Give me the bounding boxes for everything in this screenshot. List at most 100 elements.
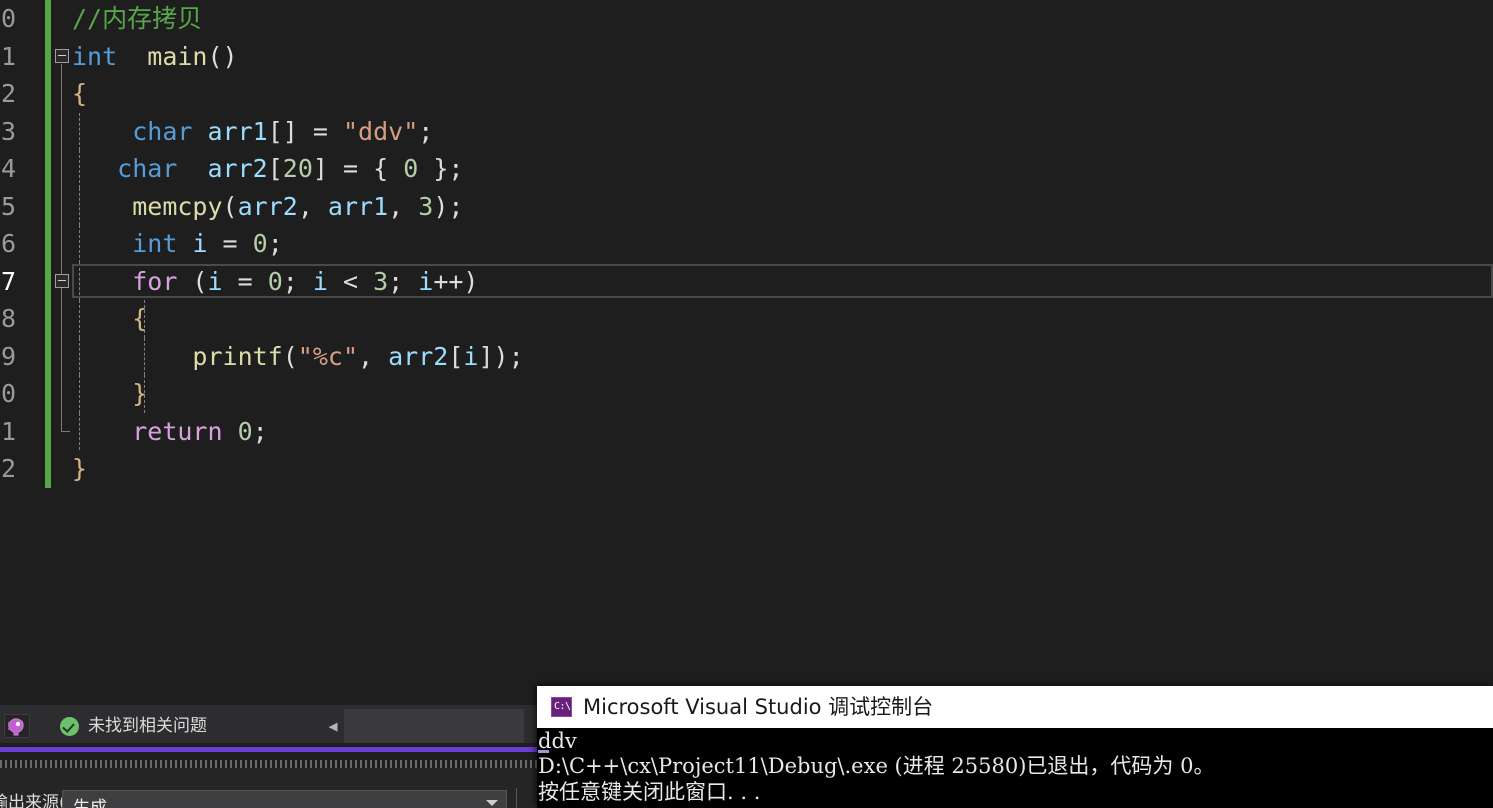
code-line[interactable]: 1 int main()	[0, 37, 1493, 76]
collapse-region-icon[interactable]	[55, 48, 69, 63]
code-text: {	[72, 300, 147, 338]
line-number: 0	[0, 379, 16, 408]
change-indicator-bar	[45, 412, 51, 450]
code-line[interactable]: 4 char arr2[20] = { 0 };	[0, 150, 1493, 188]
error-list-status-text: 未找到相关问题	[88, 716, 207, 736]
collapse-region-icon[interactable]	[55, 273, 69, 288]
code-token: ++)	[433, 266, 479, 296]
code-token: ;	[418, 116, 434, 146]
code-text: int i = 0;	[72, 225, 283, 263]
code-token: [	[267, 154, 283, 183]
code-token: ]);	[478, 341, 524, 371]
code-text: printf("%c", arr2[i]);	[72, 338, 524, 376]
code-text: char arr2[20] = { 0 };	[72, 150, 463, 188]
code-text: }	[72, 375, 147, 413]
code-token: return	[132, 416, 223, 446]
code-token: 3	[373, 266, 389, 296]
code-token: i	[418, 266, 434, 296]
console-output-area[interactable]: ddv D:\C++\cx\Project11\Debug\.exe (进程 2…	[537, 728, 1493, 808]
console-title-bar[interactable]: C:\ Microsoft Visual Studio 调试控制台	[537, 686, 1493, 728]
code-line[interactable]: 2{	[0, 75, 1493, 113]
code-token: 0	[237, 416, 253, 446]
code-line[interactable]: 0 //内存拷贝	[0, 0, 1493, 38]
code-token: arr2	[207, 154, 268, 183]
debug-console-window[interactable]: C:\ Microsoft Visual Studio 调试控制台 ddv D:…	[537, 686, 1493, 808]
line-number: 2	[0, 79, 16, 108]
code-token: ,	[358, 341, 389, 371]
code-token: 3	[418, 191, 434, 221]
console-output-line: 按任意键关闭此窗口. . .	[538, 780, 761, 804]
chevron-down-icon[interactable]	[486, 800, 498, 806]
code-token: =	[207, 229, 253, 258]
code-text: int main()	[72, 38, 238, 76]
code-token: ;	[252, 416, 268, 446]
code-token: 0	[267, 266, 283, 296]
code-text: char arr1[] = "ddv";	[72, 113, 433, 151]
code-token: char	[132, 116, 193, 146]
code-token: }	[72, 454, 88, 483]
outlining-line	[61, 288, 62, 300]
outlining-line	[61, 75, 62, 113]
console-window-icon: C:\	[551, 697, 572, 717]
outlining-line	[61, 63, 62, 75]
code-token: ,	[297, 191, 328, 221]
lightbulb-head-icon[interactable]	[4, 714, 30, 738]
line-number: 4	[0, 154, 16, 183]
visual-studio-window: 0//内存拷贝 1 int main() 2{3 char arr1[] = "ddv…	[0, 0, 1493, 808]
console-output-line: D:\C++\cx\Project11\Debug\.exe (进程 25580…	[538, 754, 1215, 778]
code-line[interactable]: 1 return 0;	[0, 412, 1493, 451]
code-token: memcpy	[132, 191, 223, 221]
change-indicator-bar	[45, 262, 51, 300]
code-editor[interactable]: 0//内存拷贝 1 int main() 2{3 char arr1[] = "ddv…	[0, 0, 1493, 705]
toolbar-separator	[516, 788, 517, 808]
line-number: 5	[0, 191, 16, 221]
code-line[interactable]: 3 char arr1[] = "ddv";	[0, 112, 1493, 151]
change-indicator-bar	[45, 150, 51, 188]
code-line[interactable]: 7 for (i = 0; i < 3; i++)	[0, 262, 1493, 301]
error-list-track	[344, 709, 524, 743]
code-token: );	[433, 191, 464, 221]
code-line[interactable]: 9 printf("%c", arr2[i]);	[0, 337, 1493, 376]
outlining-line	[61, 375, 62, 413]
code-line[interactable]: 8 {	[0, 300, 1493, 338]
outlining-line	[61, 112, 62, 150]
console-icon-text: C:\	[554, 701, 571, 712]
code-token: 0	[252, 229, 268, 258]
code-token: "%c"	[297, 341, 359, 371]
code-line[interactable]: 6 int i = 0;	[0, 225, 1493, 263]
change-indicator-bar	[45, 450, 51, 488]
change-indicator-bar	[45, 187, 51, 225]
code-token: []	[267, 116, 298, 146]
code-token: i	[192, 229, 208, 258]
output-source-dropdown[interactable]: 生成	[62, 790, 507, 808]
output-source-value: 生成	[73, 798, 107, 808]
code-token: };	[418, 154, 464, 183]
code-token: [	[448, 341, 464, 371]
code-line[interactable]: 0 }	[0, 375, 1493, 413]
code-line[interactable]: 2}	[0, 450, 1493, 488]
change-indicator-bar	[45, 75, 51, 113]
code-token: int	[132, 229, 178, 258]
green-check-icon	[60, 717, 79, 736]
code-token: main	[147, 41, 208, 71]
code-line-container: 0//内存拷贝 1 int main() 2{3 char arr1[] = "ddv…	[0, 0, 1493, 488]
change-indicator-bar	[45, 375, 51, 413]
code-token: 0	[403, 154, 419, 183]
code-text: for (i = 0; i < 3; i++)	[72, 263, 478, 301]
outlining-line	[61, 150, 62, 188]
code-line[interactable]: 5 memcpy(arr2, arr1, 3);	[0, 187, 1493, 225]
change-indicator-bar	[45, 337, 51, 375]
change-indicator-bar	[45, 37, 51, 75]
code-text: return 0;	[72, 413, 268, 451]
line-number: 9	[0, 341, 16, 371]
code-token: 20	[282, 154, 313, 183]
collapse-left-icon[interactable]: ◀	[322, 709, 344, 743]
change-indicator-bar	[45, 300, 51, 338]
